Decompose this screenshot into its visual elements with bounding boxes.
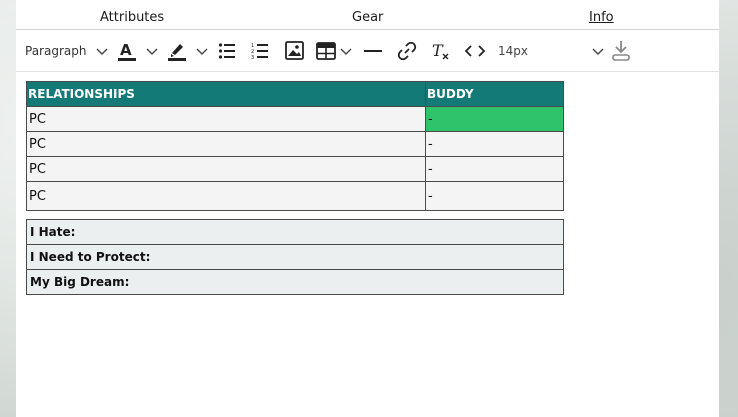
tab-info[interactable]: Info <box>589 10 614 25</box>
chevron-down-icon <box>196 48 208 55</box>
link-icon <box>397 41 417 60</box>
insert-image-button[interactable] <box>285 30 304 71</box>
insert-table-button[interactable] <box>316 30 336 71</box>
highlight-icon <box>168 43 186 61</box>
relationship-cell[interactable]: PC <box>26 106 426 132</box>
relationship-cell[interactable]: PC <box>26 181 426 211</box>
highlight-dropdown[interactable] <box>195 30 209 71</box>
relationships-table: RELATIONSHIPS BUDDY PC - PC - PC - PC - <box>26 81 564 211</box>
table-row: PC - <box>26 156 564 182</box>
buddy-cell[interactable]: - <box>425 156 564 182</box>
image-icon <box>285 41 304 60</box>
insert-link-button[interactable] <box>397 30 417 71</box>
text-color-icon: A <box>118 41 136 61</box>
highlight-button[interactable] <box>167 30 187 71</box>
table-dropdown[interactable] <box>339 30 353 71</box>
table-row: PC - <box>26 181 564 211</box>
table-row: PC - <box>26 106 564 132</box>
table-row: My Big Dream: <box>26 269 564 295</box>
table-row: I Hate: <box>26 219 564 245</box>
buddy-cell[interactable]: - <box>425 181 564 211</box>
numbered-list-button[interactable]: 1 2 3 <box>251 30 269 71</box>
bullet-list-button[interactable] <box>218 30 236 71</box>
text-color-dropdown[interactable] <box>145 30 159 71</box>
chevron-down-icon <box>96 48 108 55</box>
my-big-dream-cell[interactable]: My Big Dream: <box>26 269 564 295</box>
table-icon <box>316 41 336 60</box>
font-size-label: 14px <box>498 43 528 58</box>
chevron-down-icon <box>592 48 604 55</box>
relationship-cell[interactable]: PC <box>26 156 426 182</box>
i-hate-cell[interactable]: I Hate: <box>26 219 564 245</box>
relationships-header: RELATIONSHIPS <box>26 81 426 107</box>
clear-format-button[interactable]: T <box>431 30 451 71</box>
buddy-cell[interactable]: - <box>425 131 564 157</box>
code-icon <box>465 44 485 57</box>
paragraph-style-label: Paragraph <box>25 43 87 58</box>
buddy-header: BUDDY <box>425 81 564 107</box>
chevron-down-icon <box>340 48 352 55</box>
relationship-cell[interactable]: PC <box>26 131 426 157</box>
text-color-button[interactable]: A <box>117 30 137 71</box>
font-size-select[interactable]: 14px <box>498 30 605 71</box>
editor-toolbar: Paragraph A 1 2 3 T 14px <box>16 30 719 72</box>
i-need-to-protect-cell[interactable]: I Need to Protect: <box>26 244 564 270</box>
table-header-row: RELATIONSHIPS BUDDY <box>26 81 564 107</box>
buddy-cell-selected[interactable]: - <box>425 106 564 132</box>
table-row: PC - <box>26 131 564 157</box>
notes-table: I Hate: I Need to Protect: My Big Dream: <box>26 219 564 295</box>
tab-bar: Attributes Gear Info <box>16 0 719 30</box>
svg-text:A: A <box>120 41 132 59</box>
download-icon <box>612 40 630 61</box>
horizontal-rule-button[interactable] <box>364 30 382 71</box>
tab-gear[interactable]: Gear <box>352 10 383 25</box>
svg-text:3: 3 <box>251 55 254 60</box>
clear-format-icon: T <box>432 41 449 60</box>
svg-text:T: T <box>432 41 444 60</box>
table-row: I Need to Protect: <box>26 244 564 270</box>
editor-sheet: Attributes Gear Info Paragraph A 1 2 3 T… <box>16 0 719 417</box>
bullet-list-icon <box>218 42 235 59</box>
paragraph-style-select[interactable]: Paragraph <box>25 30 109 71</box>
code-view-button[interactable] <box>465 30 485 71</box>
tab-attributes[interactable]: Attributes <box>100 10 164 25</box>
download-button[interactable] <box>611 30 631 71</box>
numbered-list-icon: 1 2 3 <box>251 43 268 60</box>
chevron-down-icon <box>146 48 158 55</box>
horizontal-rule-icon <box>364 49 382 52</box>
